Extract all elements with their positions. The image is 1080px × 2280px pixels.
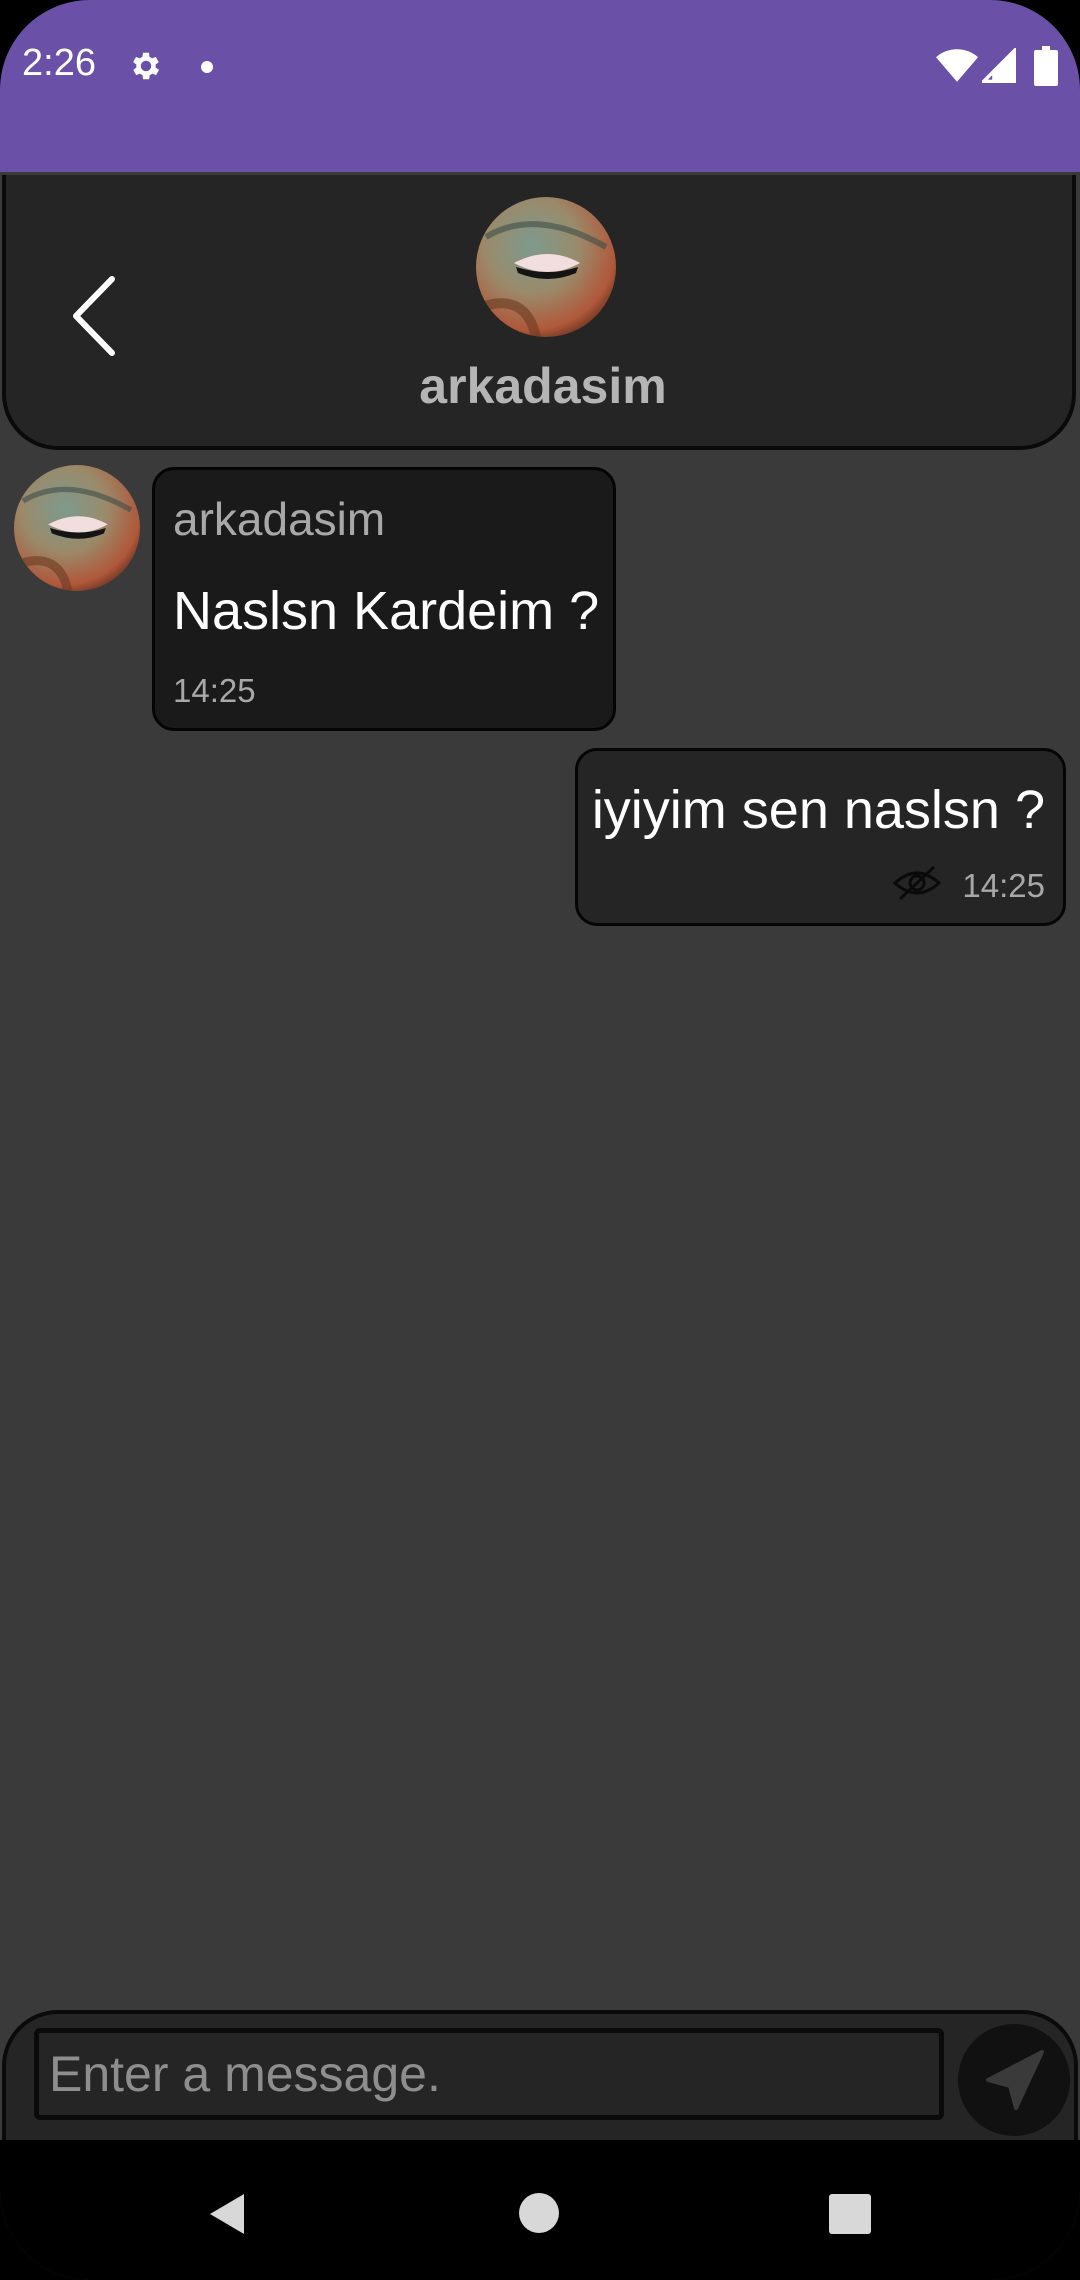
contact-name: arkadasim (419, 358, 667, 414)
wifi-icon (936, 49, 978, 82)
status-time: 2:26 (22, 42, 96, 84)
status-bar: 2:26 (0, 0, 1080, 172)
signal-icon (982, 48, 1016, 83)
notification-dot-icon (201, 61, 213, 73)
gear-icon (133, 52, 160, 80)
message-input[interactable] (34, 2028, 944, 2120)
chevron-left-icon[interactable] (56, 271, 136, 361)
chat-screen: 2:26 arkadasim arkadasim Naslsn Kardeim … (0, 0, 1080, 2280)
nav-home-icon[interactable] (519, 2193, 559, 2233)
send-button[interactable] (958, 2024, 1070, 2136)
nav-recents-icon[interactable] (829, 2194, 871, 2234)
message-time: 14:25 (962, 867, 1045, 904)
contact-avatar[interactable] (476, 197, 616, 337)
avatar[interactable] (14, 465, 140, 591)
incoming-message[interactable]: arkadasim Naslsn Kardeim ? 14:25 (152, 467, 616, 731)
message-time: 14:25 (173, 672, 256, 709)
message-text: iyiyim sen naslsn ? (591, 780, 1045, 840)
send-icon (986, 2050, 1044, 2110)
battery-icon (1034, 46, 1058, 86)
chat-header: arkadasim (2, 175, 1076, 450)
nav-back-icon[interactable] (206, 2192, 246, 2236)
system-nav-bar (0, 2140, 1080, 2280)
eye-off-icon (892, 865, 942, 901)
composer-bar (2, 2010, 1078, 2140)
outgoing-message[interactable]: iyiyim sen naslsn ? 14:25 (575, 748, 1066, 926)
message-text: Naslsn Kardeim ? (173, 581, 600, 641)
message-sender: arkadasim (173, 493, 386, 545)
